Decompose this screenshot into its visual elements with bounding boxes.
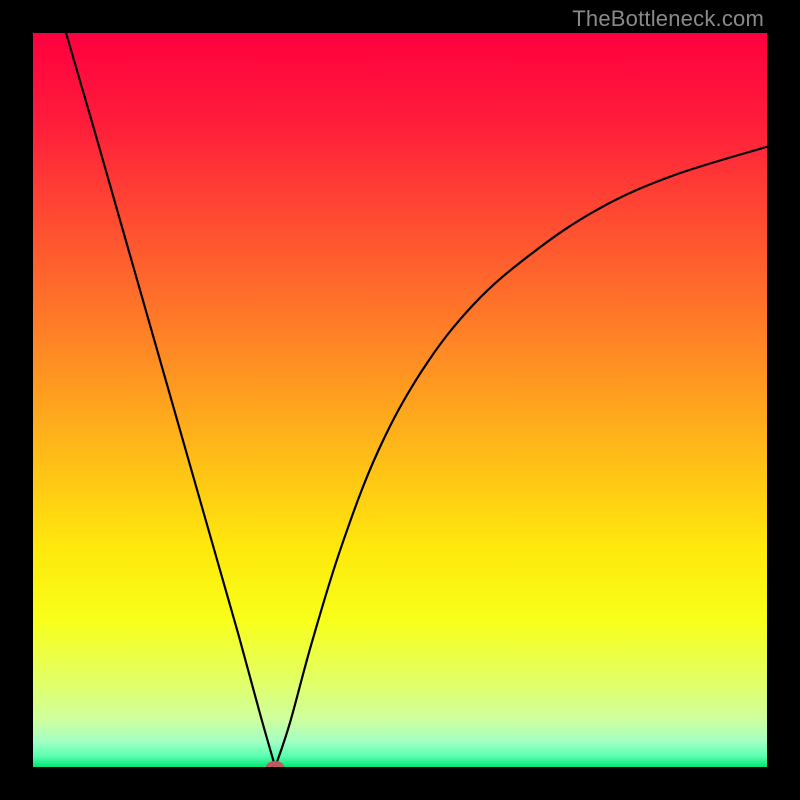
bottleneck-curve	[33, 33, 767, 767]
plot-area	[33, 33, 767, 767]
optimal-point-marker	[266, 761, 284, 767]
chart-frame: TheBottleneck.com	[0, 0, 800, 800]
watermark-text: TheBottleneck.com	[572, 6, 764, 32]
